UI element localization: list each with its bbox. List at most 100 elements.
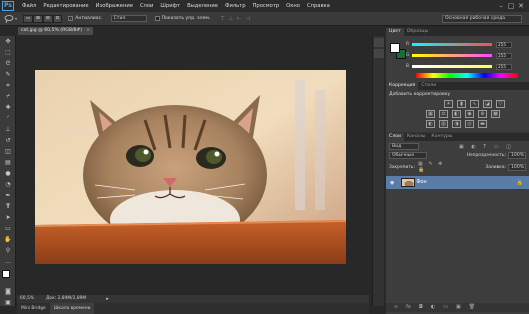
healing-brush-tool-icon[interactable]: ✚ xyxy=(1,103,15,113)
minimize-button[interactable]: – xyxy=(496,2,506,10)
slider-b-value[interactable]: 255 xyxy=(496,63,512,70)
tab-channels[interactable]: Каналы xyxy=(404,133,428,141)
tab-color[interactable]: Цвет xyxy=(386,28,404,36)
style-select[interactable]: Стил xyxy=(110,15,147,22)
quick-mask-icon[interactable]: ◙ xyxy=(1,287,15,297)
levels-icon[interactable]: ▮ xyxy=(457,100,466,108)
layer-style-icon[interactable]: fx xyxy=(406,303,411,312)
tab-adjustments[interactable]: Коррекция xyxy=(386,82,419,90)
menu-file[interactable]: Файл xyxy=(22,0,36,12)
blur-tool-icon[interactable]: ● xyxy=(1,169,15,179)
new-selection-button[interactable]: ▭ xyxy=(23,14,34,23)
color-swatches[interactable] xyxy=(1,269,15,285)
close-tab-icon[interactable]: × xyxy=(86,27,90,35)
history-panel-icon[interactable] xyxy=(374,38,384,47)
show-controls-checkbox[interactable] xyxy=(154,16,160,21)
align-right-icon[interactable]: ⊣ xyxy=(245,16,249,22)
document-tab[interactable]: cat.jpg @ 60,5% (RGB/8#) × xyxy=(18,27,93,35)
antialias-option[interactable]: Антиалиас. xyxy=(68,16,103,21)
color-panel-foreground-swatch[interactable] xyxy=(390,43,400,53)
slider-g-value[interactable]: 255 xyxy=(496,52,512,59)
tab-layers[interactable]: Слои xyxy=(386,133,404,141)
tab-swatches[interactable]: Образцы xyxy=(404,28,431,36)
shape-tool-icon[interactable]: ▭ xyxy=(1,224,15,234)
layer-filter-icons[interactable]: ▣ ◐ T ▭ ◫ xyxy=(459,144,514,150)
quick-select-tool-icon[interactable]: ✎ xyxy=(1,70,15,80)
vibrance-icon[interactable]: ▽ xyxy=(496,100,505,108)
lasso-tool-icon[interactable]: ᘓ xyxy=(1,59,15,69)
color-balance-icon[interactable]: ⚖ xyxy=(439,110,448,118)
menu-type[interactable]: Шрифт xyxy=(160,0,180,12)
menu-filter[interactable]: Фильтр xyxy=(225,0,246,12)
gradient-map-icon[interactable]: ▬ xyxy=(478,120,487,128)
menu-view[interactable]: Просмотр xyxy=(253,0,280,12)
status-menu-arrow-icon[interactable]: ▸ xyxy=(106,295,109,303)
channel-mixer-icon[interactable]: ⊕ xyxy=(478,110,487,118)
zoom-level[interactable]: 60,5% xyxy=(20,295,34,303)
menu-layers[interactable]: Слои xyxy=(140,0,153,12)
type-tool-icon[interactable]: T xyxy=(1,202,15,212)
close-button[interactable]: ✕ xyxy=(516,2,526,10)
blend-mode-select[interactable]: Обычные xyxy=(389,152,427,159)
align-left-icon[interactable]: ⊢ xyxy=(237,16,241,22)
exposure-icon[interactable]: ◪ xyxy=(483,100,492,108)
black-white-icon[interactable]: ◧ xyxy=(452,110,461,118)
new-layer-icon[interactable]: ▣ xyxy=(456,303,461,312)
menu-image[interactable]: Изображение xyxy=(96,0,133,12)
marquee-tool-icon[interactable]: ⬚ xyxy=(1,48,15,58)
visibility-eye-icon[interactable]: ◉ xyxy=(390,180,394,186)
align-middle-icon[interactable]: ⊥ xyxy=(229,16,233,22)
photo-filter-icon[interactable]: ◉ xyxy=(465,110,474,118)
group-icon[interactable]: ▭ xyxy=(443,303,448,312)
selective-color-icon[interactable]: ◎ xyxy=(465,120,474,128)
tab-styles[interactable]: Стили xyxy=(418,82,439,90)
align-top-icon[interactable]: ⊤ xyxy=(220,16,224,22)
workspace-select[interactable]: Основная рабочая среда xyxy=(442,15,522,23)
layer-kind-select[interactable]: Вид xyxy=(389,143,419,150)
add-selection-button[interactable]: ⊞ xyxy=(33,14,43,23)
slider-b-track[interactable] xyxy=(412,65,492,68)
menu-edit[interactable]: Редактирование xyxy=(43,0,88,12)
crop-tool-icon[interactable]: ⌗ xyxy=(1,81,15,91)
brightness-contrast-icon[interactable]: ☀ xyxy=(444,100,453,108)
eraser-tool-icon[interactable]: ◫ xyxy=(1,147,15,157)
eyedropper-tool-icon[interactable]: ⌿ xyxy=(1,92,15,102)
tab-paths[interactable]: Контуры xyxy=(428,133,455,141)
curves-icon[interactable]: ∿ xyxy=(470,100,479,108)
fill-input[interactable]: 100% xyxy=(508,163,526,171)
lock-icons[interactable]: ▦ ✎ ✥ 🔒 xyxy=(418,161,447,173)
tab-mini-bridge[interactable]: Mini Bridge xyxy=(17,303,50,314)
tab-timeline[interactable]: Шкала времени xyxy=(49,303,95,314)
antialias-checkbox[interactable] xyxy=(68,16,74,21)
more-tools-icon[interactable]: … xyxy=(1,257,15,267)
slider-g-track[interactable] xyxy=(412,54,492,57)
opacity-input[interactable]: 100% xyxy=(508,152,526,159)
maximize-button[interactable]: □ xyxy=(506,2,516,10)
dodge-tool-icon[interactable]: ◔ xyxy=(1,180,15,190)
menu-select[interactable]: Выделение xyxy=(187,0,218,12)
slider-r-track[interactable] xyxy=(412,43,492,46)
layer-mask-icon[interactable]: ◘ xyxy=(419,303,423,312)
hue-saturation-icon[interactable]: ▦ xyxy=(426,110,435,118)
foreground-color-swatch[interactable] xyxy=(2,270,10,278)
threshold-icon[interactable]: ◑ xyxy=(452,120,461,128)
screen-mode-icon[interactable]: ▣ xyxy=(1,298,15,308)
show-controls-option[interactable]: Показать упр. элем. xyxy=(154,16,210,21)
invert-icon[interactable]: ◐ xyxy=(426,120,435,128)
pen-tool-icon[interactable]: ✒ xyxy=(1,191,15,201)
slider-r-value[interactable]: 255 xyxy=(496,41,512,48)
menu-help[interactable]: Справка xyxy=(307,0,330,12)
subtract-selection-button[interactable]: ⊟ xyxy=(42,14,53,23)
intersect-selection-button[interactable]: ⊡ xyxy=(52,14,63,23)
adjustment-layer-icon[interactable]: ◐ xyxy=(431,303,435,312)
path-selection-tool-icon[interactable]: ➤ xyxy=(1,213,15,223)
zoom-tool-icon[interactable]: ⚲ xyxy=(1,246,15,256)
brush-tool-icon[interactable]: ᐟ xyxy=(1,114,15,124)
posterize-icon[interactable]: ▥ xyxy=(439,120,448,128)
color-lookup-icon[interactable]: ▩ xyxy=(491,110,500,118)
menu-window[interactable]: Окно xyxy=(286,0,300,12)
link-layers-icon[interactable]: ∞ xyxy=(394,303,398,312)
delete-layer-icon[interactable]: 🗑 xyxy=(469,303,475,312)
gradient-tool-icon[interactable]: ▤ xyxy=(1,158,15,168)
hand-tool-icon[interactable]: ✋ xyxy=(1,235,15,245)
